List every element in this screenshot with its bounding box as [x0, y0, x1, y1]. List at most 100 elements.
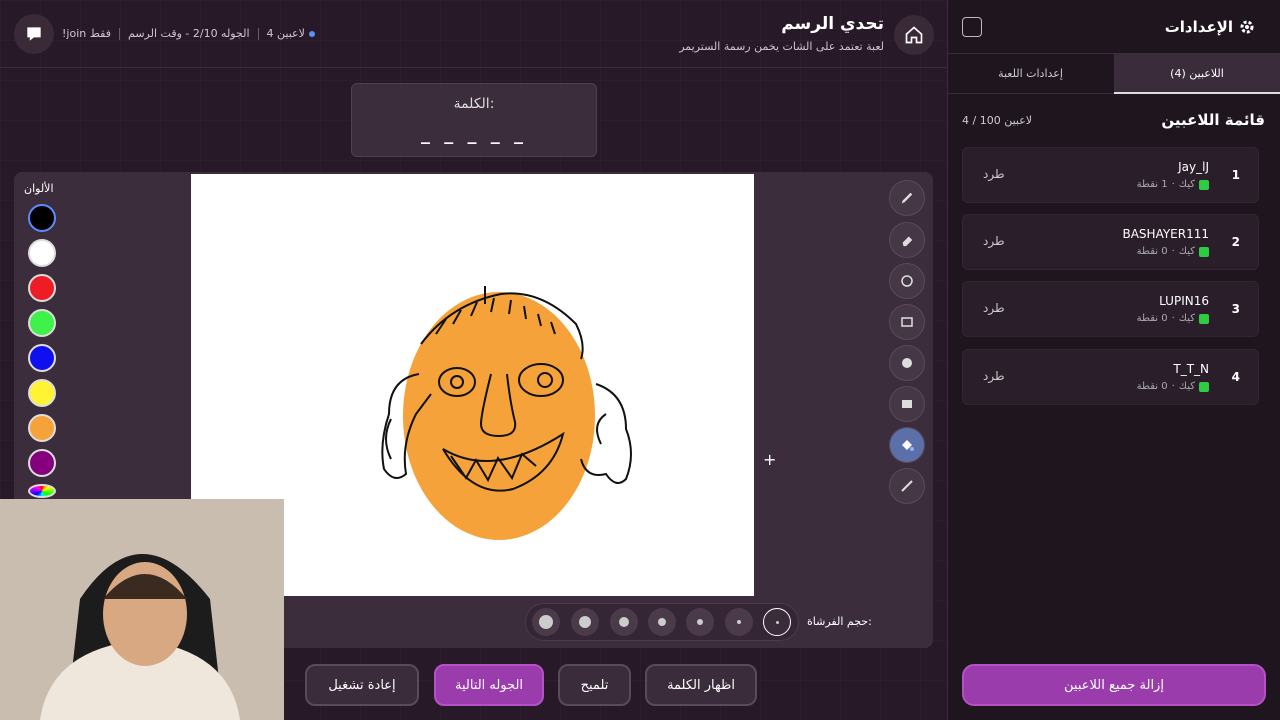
brush-size-label: حجم الفرشاة:	[807, 615, 872, 628]
brush-size-1[interactable]	[763, 608, 791, 636]
player-rank: 1	[1231, 168, 1240, 182]
home-button[interactable]	[894, 15, 934, 55]
rect-fill-tool[interactable]	[889, 386, 925, 422]
brush-icon	[901, 192, 913, 204]
brush-size-6[interactable]	[571, 608, 599, 636]
page-title: تحدي الرسم	[781, 14, 884, 34]
streamer-webcam	[0, 499, 284, 720]
brush-size-7[interactable]	[532, 608, 560, 636]
circle-outline-tool[interactable]	[889, 263, 925, 299]
word-blanks: _ _ _ _ _	[420, 124, 528, 145]
player-points: 0 نقطة	[1136, 381, 1168, 392]
circle-outline-icon	[901, 275, 913, 287]
eraser-icon	[902, 236, 913, 247]
show-word-button[interactable]: اظهار الكلمة	[645, 664, 757, 706]
player-rank: 3	[1231, 302, 1240, 316]
player-rank: 4	[1231, 370, 1240, 384]
divider	[119, 27, 120, 40]
canvas-side-strip	[755, 174, 882, 596]
brush-dot	[737, 620, 741, 624]
settings-title-wrap: الإعدادات	[1165, 18, 1255, 36]
player-name: Jay_lJ	[1178, 160, 1209, 174]
brush-dot	[775, 620, 779, 624]
home-icon	[905, 26, 923, 44]
color-picker-custom[interactable]	[28, 484, 56, 498]
color-swatch-red[interactable]	[28, 274, 56, 302]
rect-outline-icon	[901, 317, 913, 327]
brush-dot	[619, 617, 629, 627]
eraser-tool[interactable]	[889, 222, 925, 258]
player-card: 3 LUPIN16 كيك · 0 نقطة طرد	[962, 281, 1259, 337]
page-subtitle: لعبة تعتمد على الشات يخمن رسمة الستريمر	[679, 40, 884, 53]
players-count-wrap: 4 لاعبين	[267, 27, 315, 40]
word-label: الكلمة:	[453, 96, 495, 112]
game-status: !join فقط الجوله 2/10 - وقت الرسم 4 لاعب…	[62, 27, 315, 40]
remove-player-button[interactable]: طرد	[983, 301, 1005, 315]
player-card: 4 T_T_N كيك · 0 نقطة طرد	[962, 349, 1259, 405]
players-list-count: 4 / 100 لاعبين	[962, 114, 1033, 127]
color-swatch-black[interactable]	[28, 204, 56, 232]
rect-outline-tool[interactable]	[889, 304, 925, 340]
brush-dot	[579, 616, 591, 628]
word-box: الكلمة: _ _ _ _ _	[351, 83, 597, 157]
kick-platform-icon	[1199, 381, 1209, 392]
line-tool[interactable]	[889, 468, 925, 504]
remove-player-button[interactable]: طرد	[983, 167, 1005, 181]
platform-label: كيك	[1178, 313, 1195, 324]
remove-all-players-button[interactable]: إزالة جميع اللاعبين	[962, 664, 1266, 706]
player-points: 0 نقطة	[1136, 246, 1168, 257]
color-swatch-blue[interactable]	[28, 344, 56, 372]
player-meta: كيك · 0 نقطة	[1137, 246, 1209, 257]
kick-platform-icon	[1199, 179, 1209, 190]
line-icon	[901, 480, 913, 492]
next-round-button[interactable]: الجوله التالية	[434, 664, 544, 706]
join-hint: !join فقط	[62, 27, 111, 40]
collapse-panel-icon[interactable]	[962, 17, 982, 37]
colors-label: الألوان	[24, 182, 54, 195]
restart-button[interactable]: إعادة تشغيل	[305, 664, 419, 706]
platform-label: كيك	[1178, 179, 1195, 190]
player-meta: كيك · 1 نقطة	[1137, 179, 1209, 190]
fill-bucket-tool[interactable]	[889, 427, 925, 463]
brush-size-5[interactable]	[610, 608, 638, 636]
brush-tool[interactable]	[889, 180, 925, 216]
gear-icon	[1240, 20, 1254, 34]
color-swatch-green[interactable]	[28, 309, 56, 337]
brush-size-4[interactable]	[648, 608, 676, 636]
brush-dot	[658, 618, 666, 626]
hint-button[interactable]: تلميح	[558, 664, 631, 706]
players-count: 4 لاعبين	[266, 27, 305, 40]
brush-size-3[interactable]	[686, 608, 714, 636]
online-dot	[308, 31, 315, 37]
discord-icon[interactable]	[14, 14, 54, 54]
circle-fill-tool[interactable]	[889, 345, 925, 381]
player-meta: كيك · 0 نقطة	[1137, 313, 1209, 324]
player-points: 1 نقطة	[1136, 179, 1168, 190]
rect-fill-icon	[902, 400, 912, 408]
player-card: 1 Jay_lJ كيك · 1 نقطة طرد	[962, 147, 1259, 203]
fill-bucket-icon	[902, 440, 914, 451]
tab-players[interactable]: اللاعبين (4)	[1114, 54, 1280, 94]
color-swatch-white[interactable]	[28, 239, 56, 267]
remove-player-button[interactable]: طرد	[983, 369, 1005, 383]
kick-platform-icon	[1199, 246, 1209, 257]
kick-platform-icon	[1199, 313, 1209, 324]
color-swatch-yellow[interactable]	[28, 379, 56, 407]
remove-player-button[interactable]: طرد	[983, 234, 1005, 248]
color-swatch-orange[interactable]	[28, 414, 56, 442]
platform-label: كيك	[1178, 381, 1195, 392]
color-swatch-purple[interactable]	[28, 449, 56, 477]
circle-fill-icon	[902, 358, 912, 368]
player-meta: كيك · 0 نقطة	[1137, 381, 1209, 392]
player-name: LUPIN16	[1159, 294, 1209, 308]
crosshair-cursor-icon: +	[763, 450, 777, 469]
brush-dot	[539, 615, 553, 629]
divider	[257, 27, 259, 40]
tab-game-settings[interactable]: إعدادات اللعبة	[947, 54, 1114, 94]
brush-size-2[interactable]	[725, 608, 753, 636]
brush-dot	[697, 619, 703, 625]
player-rank: 2	[1231, 235, 1240, 249]
round-status: الجوله 2/10 - وقت الرسم	[128, 27, 250, 40]
player-name: BASHAYER111	[1122, 227, 1209, 241]
player-points: 0 نقطة	[1136, 313, 1168, 324]
